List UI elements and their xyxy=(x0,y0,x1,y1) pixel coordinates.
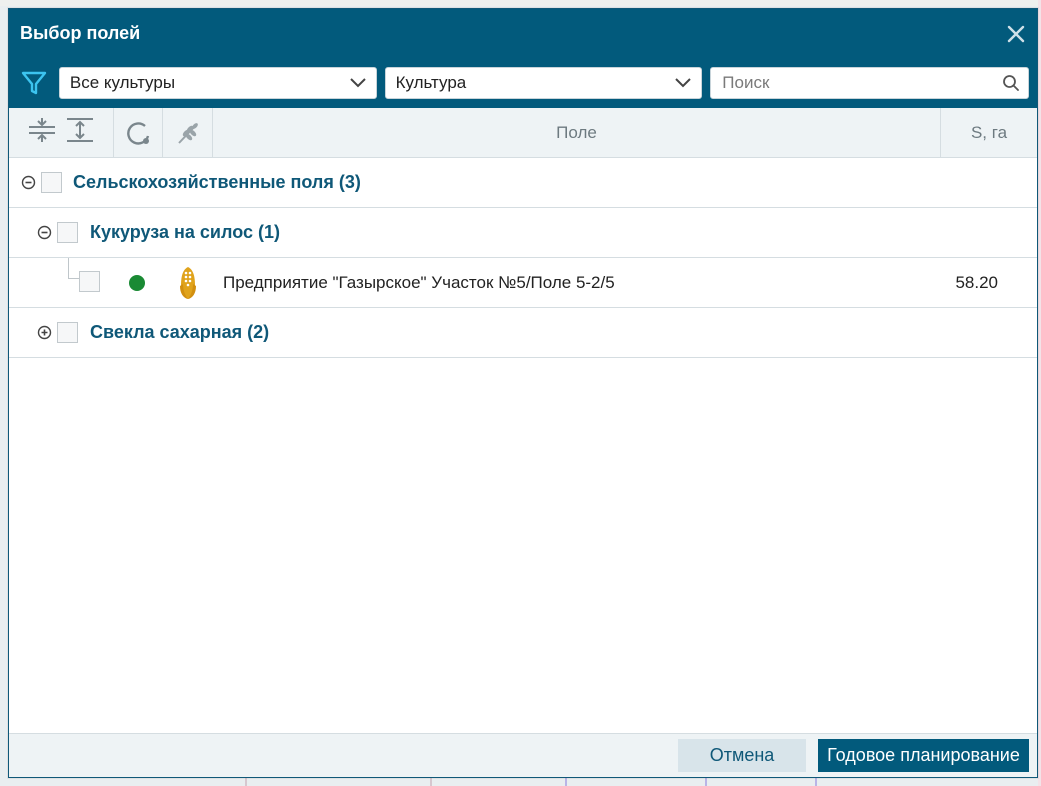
wheat-icon xyxy=(177,122,198,144)
dialog-title: Выбор полей xyxy=(20,23,141,43)
table-header: Поле S, га xyxy=(9,108,1037,158)
corn-icon xyxy=(177,266,199,305)
crop-column-header[interactable] xyxy=(163,108,213,157)
group-label[interactable]: Свекла сахарная (2) xyxy=(90,322,269,343)
group-by-select[interactable]: Культура xyxy=(384,67,703,99)
tree-connector xyxy=(68,278,79,279)
search-input[interactable] xyxy=(722,73,1002,93)
dialog-footer: Отмена Годовое планирование xyxy=(9,733,1037,777)
refresh-icon xyxy=(127,121,150,145)
group-checkbox[interactable] xyxy=(57,322,78,343)
search-icon[interactable] xyxy=(1002,74,1020,92)
group-by-value: Культура xyxy=(395,73,467,92)
group-checkbox[interactable] xyxy=(57,222,78,243)
area-column-header[interactable]: S, га xyxy=(941,108,1037,157)
root-checkbox[interactable] xyxy=(41,172,62,193)
field-name: Предприятие "Газырское" Участок №5/Поле … xyxy=(223,272,615,292)
culture-filter-select[interactable]: Все культуры xyxy=(58,67,377,99)
dialog-titlebar: Выбор полей xyxy=(9,9,1037,58)
map-line xyxy=(430,778,432,786)
group-label[interactable]: Кукуруза на силос (1) xyxy=(90,222,280,243)
map-line xyxy=(815,778,817,786)
close-icon[interactable] xyxy=(1005,23,1027,45)
chevron-down-icon xyxy=(675,78,692,88)
table-row[interactable]: Предприятие "Газырское" Участок №5/Поле … xyxy=(9,258,1037,308)
field-area: 58.20 xyxy=(955,272,998,292)
map-line xyxy=(245,778,247,786)
status-column-header[interactable] xyxy=(114,108,163,157)
root-group-label[interactable]: Сельскохозяйственные поля (3) xyxy=(73,172,361,193)
field-column-header[interactable]: Поле xyxy=(213,108,941,157)
map-background xyxy=(0,0,1041,6)
expand-collapse-controls xyxy=(9,108,114,157)
map-line xyxy=(705,778,707,786)
tree-group-row: Кукуруза на силос (1) xyxy=(9,208,1037,258)
map-line xyxy=(565,778,567,786)
search-box xyxy=(710,67,1029,99)
field-selection-dialog: Выбор полей Все культуры Культура Поиск … xyxy=(8,8,1038,778)
tree-root-row: Сельскохозяйственные поля (3) xyxy=(9,158,1037,208)
expand-toggle-icon[interactable] xyxy=(36,325,52,341)
collapse-toggle-icon[interactable] xyxy=(20,175,36,191)
cancel-button[interactable]: Отмена xyxy=(678,739,806,772)
field-checkbox[interactable] xyxy=(79,271,100,292)
chevron-down-icon xyxy=(349,78,366,88)
expand-all-icon[interactable] xyxy=(65,116,95,149)
status-dot xyxy=(129,274,145,291)
collapse-all-icon[interactable] xyxy=(27,116,57,149)
filter-icon[interactable] xyxy=(17,66,51,100)
collapse-toggle-icon[interactable] xyxy=(36,225,52,241)
filter-bar: Все культуры Культура xyxy=(9,58,1037,108)
tree-group-row: Свекла сахарная (2) xyxy=(9,308,1037,358)
culture-filter-value: Все культуры xyxy=(69,73,176,92)
annual-planning-button[interactable]: Годовое планирование xyxy=(818,739,1029,772)
tree-connector xyxy=(68,258,69,278)
